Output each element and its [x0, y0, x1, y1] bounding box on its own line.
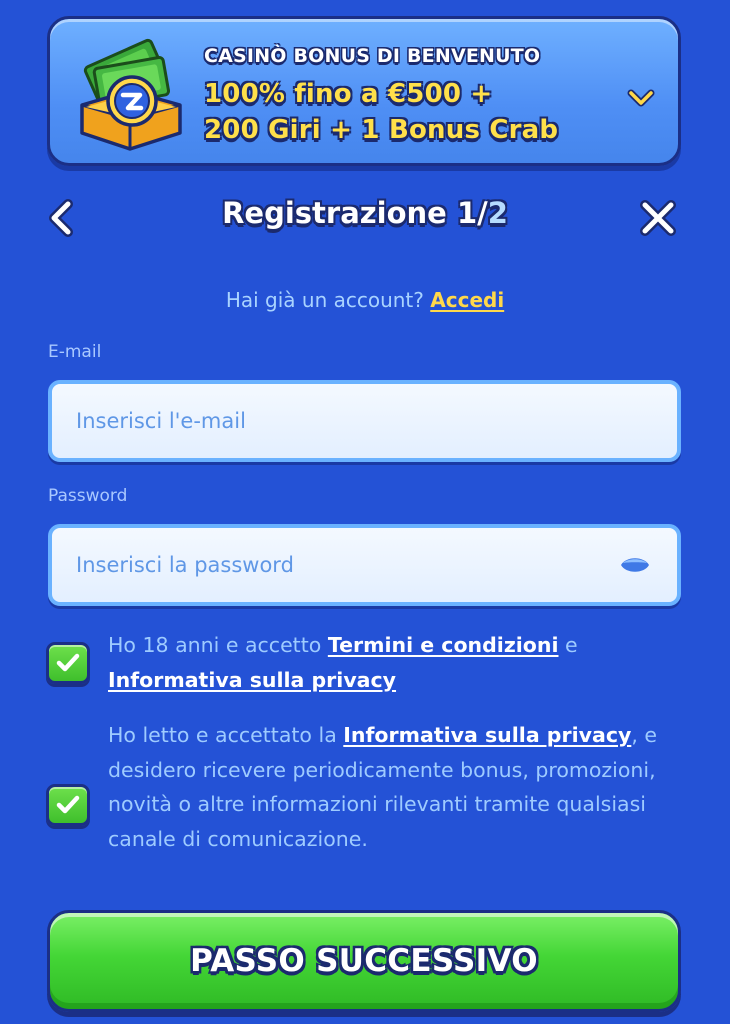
chevron-left-icon[interactable]: [40, 196, 84, 240]
check-icon: [56, 653, 80, 672]
terms-link[interactable]: Termini e condizioni: [328, 633, 559, 657]
password-field-wrapper: [48, 524, 681, 606]
terms-checkbox[interactable]: [46, 642, 90, 684]
bonus-banner[interactable]: CASINÒ BONUS DI BENVENUTO 100% fino a €5…: [47, 16, 681, 166]
money-chest-icon: [80, 38, 182, 151]
check-icon: [56, 795, 80, 814]
eye-icon[interactable]: [618, 550, 652, 580]
privacy-link-2[interactable]: Informativa sulla privacy: [343, 723, 631, 747]
login-link[interactable]: Accedi: [430, 288, 504, 312]
privacy-link[interactable]: Informativa sulla privacy: [108, 668, 396, 692]
consent-2-text: Ho letto e accettato la: [108, 723, 337, 747]
email-field-wrapper: [48, 380, 681, 462]
consent-1-conjunction: e: [565, 633, 578, 657]
next-step-label: PASSO SUCCESSIVO: [190, 943, 538, 979]
page-title-step: Registrazione 1/: [222, 196, 488, 230]
password-field[interactable]: [76, 528, 596, 602]
chevron-down-icon[interactable]: [624, 81, 658, 115]
page-title-total: 2: [487, 196, 508, 230]
bonus-offer-line-2: 200 Giri + 1 Bonus Crab: [204, 115, 559, 145]
marketing-consent-text: Ho letto e accettato la Informativa sull…: [108, 718, 668, 856]
close-icon[interactable]: [636, 196, 680, 240]
marketing-checkbox[interactable]: [46, 784, 90, 826]
consent-1-text: Ho 18 anni e accetto: [108, 633, 322, 657]
email-field[interactable]: [76, 384, 596, 458]
terms-consent-text: Ho 18 anni e accetto Termini e condizion…: [108, 628, 668, 697]
email-label: E-mail: [48, 342, 102, 362]
login-prompt: Hai già un account? Accedi: [0, 288, 730, 312]
next-step-button[interactable]: PASSO SUCCESSIVO: [47, 910, 681, 1012]
page-title: Registrazione 1/2: [100, 196, 630, 230]
password-label: Password: [48, 486, 128, 506]
login-prompt-text: Hai già un account?: [225, 288, 424, 312]
bonus-offer-line-1: 100% fino a €500 +: [204, 79, 493, 109]
bonus-kicker: CASINÒ BONUS DI BENVENUTO: [204, 45, 541, 67]
